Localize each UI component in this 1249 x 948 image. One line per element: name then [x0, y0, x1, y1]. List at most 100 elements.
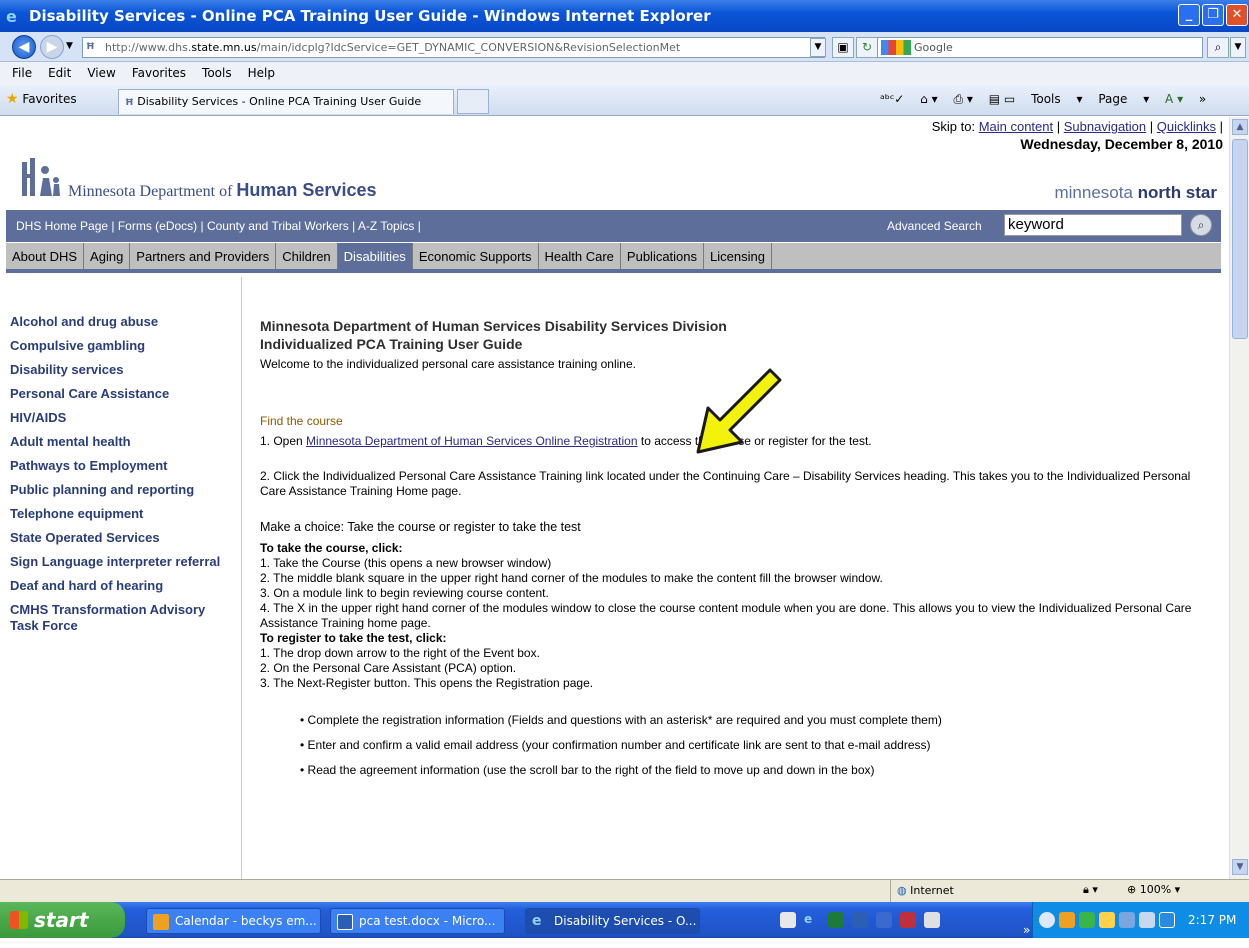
sidebar-item-mental-health[interactable]: Adult mental health	[10, 434, 235, 450]
quicklaunch-word-icon[interactable]	[852, 912, 868, 928]
sidebar-item-gambling[interactable]: Compulsive gambling	[10, 338, 235, 354]
tray-app-icon[interactable]	[1139, 912, 1155, 928]
page-viewport: Skip to: Main content | Subnavigation | …	[6, 117, 1229, 879]
skip-subnavigation-link[interactable]: Subnavigation	[1064, 119, 1146, 134]
address-dropdown-icon[interactable]: ▼	[810, 38, 826, 57]
task-word[interactable]: pca test.docx - Micro...	[330, 908, 505, 934]
home-icon[interactable]: ⌂ ▾	[920, 92, 937, 106]
scroll-up-icon[interactable]: ▲	[1232, 119, 1248, 135]
back-button[interactable]: ◀	[12, 35, 36, 59]
online-registration-link[interactable]: Minnesota Department of Human Services O…	[306, 434, 638, 448]
spellcheck-icon[interactable]: ᵃᵇᶜ✓	[880, 92, 904, 106]
menu-file[interactable]: File	[12, 66, 32, 80]
quicklaunch-desktop-icon[interactable]	[924, 912, 940, 928]
start-button[interactable]: start	[0, 902, 125, 938]
nav-partners-providers[interactable]: Partners and Providers	[130, 243, 277, 269]
search-input[interactable]: Google	[877, 37, 1203, 58]
favorites-button[interactable]: ★ Favorites	[6, 91, 77, 107]
protected-mode-icon[interactable]: 🔒︎ ▾	[1083, 883, 1098, 897]
menu-favorites[interactable]: Favorites	[132, 66, 186, 80]
compatibility-view-icon[interactable]: ▣	[832, 37, 854, 58]
quicklaunch-ie-icon[interactable]: e	[804, 912, 820, 928]
google-icon	[881, 40, 911, 55]
command-bar: ᵃᵇᶜ✓ ⌂ ▾ ⎙ ▾ ▤ ▭ Tools ▾ Page ▾ A ▾ »	[880, 92, 1218, 107]
tray-update-icon[interactable]	[1159, 912, 1175, 928]
nav-licensing[interactable]: Licensing	[704, 243, 772, 269]
tray-outlook-icon[interactable]	[1059, 912, 1075, 928]
browser-tab[interactable]: Ħ Disability Services - Online PCA Train…	[118, 89, 454, 114]
advanced-search-link[interactable]: Advanced Search	[887, 219, 982, 233]
quicklaunch-excel-icon[interactable]	[828, 912, 844, 928]
nav-aging[interactable]: Aging	[84, 243, 131, 269]
menu-edit[interactable]: Edit	[48, 66, 71, 80]
agency-prefix: Minnesota Department of	[68, 183, 233, 200]
more-icon[interactable]: »	[1199, 92, 1206, 106]
tray-back-icon[interactable]	[1039, 912, 1055, 928]
take-step-1: 1. Take the Course (this opens a new bro…	[260, 556, 552, 570]
page-heading: Minnesota Department of Human Services D…	[260, 317, 1200, 353]
sidebar-item-alcohol[interactable]: Alcohol and drug abuse	[10, 314, 235, 330]
history-dropdown-icon[interactable]: ▼	[66, 41, 73, 51]
sidebar-item-sign-language[interactable]: Sign Language interpreter referral	[10, 554, 235, 570]
minimize-button[interactable]: _	[1178, 4, 1200, 26]
scroll-thumb[interactable]	[1232, 139, 1248, 339]
scroll-down-icon[interactable]: ▼	[1232, 859, 1248, 875]
sidebar-item-pca[interactable]: Personal Care Assistance	[10, 386, 235, 402]
search-go-icon[interactable]: ⌕	[1190, 214, 1212, 236]
register-step-1: 1. The drop down arrow to the right of t…	[260, 646, 540, 660]
clock[interactable]: 2:17 PM	[1188, 902, 1236, 938]
menu-tools[interactable]: Tools	[202, 66, 232, 80]
tray-expand-icon[interactable]: »	[1023, 912, 1039, 937]
nav-publications[interactable]: Publications	[621, 243, 705, 269]
quicklaunch-icon-1[interactable]	[780, 912, 796, 928]
print-icon[interactable]: ⎙ ▾	[953, 92, 972, 106]
sidebar-item-telephone[interactable]: Telephone equipment	[10, 506, 235, 522]
utility-links[interactable]: DHS Home Page | Forms (eDocs) | County a…	[16, 219, 421, 233]
new-tab-button[interactable]	[457, 89, 489, 114]
keyword-search-input[interactable]: keyword	[1004, 214, 1182, 236]
nav-disabilities[interactable]: Disabilities	[337, 243, 413, 269]
maximize-button[interactable]: ❐	[1202, 4, 1224, 26]
sidebar-item-pathways[interactable]: Pathways to Employment	[10, 458, 235, 474]
nav-about-dhs[interactable]: About DHS	[6, 243, 85, 269]
close-button[interactable]: ✕	[1226, 4, 1248, 26]
sidebar-item-disability-services[interactable]: Disability services	[10, 362, 235, 378]
zoom-control[interactable]: ⊕ 100% ▾	[1127, 883, 1180, 896]
page-menu[interactable]: Page ▾	[1098, 92, 1149, 106]
menu-help[interactable]: Help	[248, 66, 275, 80]
task-calendar[interactable]: Calendar - beckys em...	[146, 908, 321, 934]
address-bar[interactable]: http://www.dhs.state.mn.us/main/idcplg?I…	[82, 37, 825, 58]
quicklaunch-mail-icon[interactable]	[900, 912, 916, 928]
skip-quicklinks-link[interactable]: Quicklinks	[1157, 119, 1216, 134]
sidebar-item-state-operated[interactable]: State Operated Services	[10, 530, 235, 546]
task-ie[interactable]: e Disability Services - O...	[525, 908, 700, 934]
nav-economic-supports[interactable]: Economic Supports	[413, 243, 539, 269]
sidebar-item-hiv-aids[interactable]: HIV/AIDS	[10, 410, 235, 426]
forward-button[interactable]: ▶	[40, 35, 64, 59]
search-options-icon[interactable]: ▼	[1230, 37, 1246, 58]
refresh-icon[interactable]: ↻	[856, 37, 878, 58]
agency-name[interactable]: Minnesota Department of Human Services	[68, 180, 376, 201]
accessibility-icon[interactable]: A ▾	[1165, 92, 1183, 106]
sidebar-item-public-planning[interactable]: Public planning and reporting	[10, 482, 235, 498]
nav-children[interactable]: Children	[276, 243, 338, 269]
northstar-logo[interactable]: minnesota north star	[1054, 183, 1217, 203]
tools-menu[interactable]: Tools ▾	[1031, 92, 1082, 106]
menu-view[interactable]: View	[87, 66, 115, 80]
outlook-icon	[153, 914, 169, 930]
quicklaunch-calendar-icon[interactable]	[876, 912, 892, 928]
tray-check-icon[interactable]	[1079, 912, 1095, 928]
search-icon[interactable]: ⌕	[1207, 37, 1229, 58]
register-step-2: 2. On the Personal Care Assistant (PCA) …	[260, 661, 517, 675]
word-icon	[337, 914, 353, 930]
tray-volume-icon[interactable]	[1099, 912, 1115, 928]
tray-network-icon[interactable]	[1119, 912, 1135, 928]
vertical-scrollbar[interactable]: ▲ ▼	[1229, 117, 1249, 879]
skip-main-content-link[interactable]: Main content	[979, 119, 1053, 134]
window-title-bar[interactable]: e Disability Services - Online PCA Train…	[0, 0, 1249, 32]
security-zone[interactable]: ◍ Internet	[890, 880, 954, 902]
page-icon[interactable]: ▤ ▭	[989, 92, 1016, 106]
sidebar-item-cmhs[interactable]: CMHS Transformation Advisory Task Force	[10, 602, 235, 634]
sidebar-item-deaf-hoh[interactable]: Deaf and hard of hearing	[10, 578, 235, 594]
nav-health-care[interactable]: Health Care	[539, 243, 621, 269]
